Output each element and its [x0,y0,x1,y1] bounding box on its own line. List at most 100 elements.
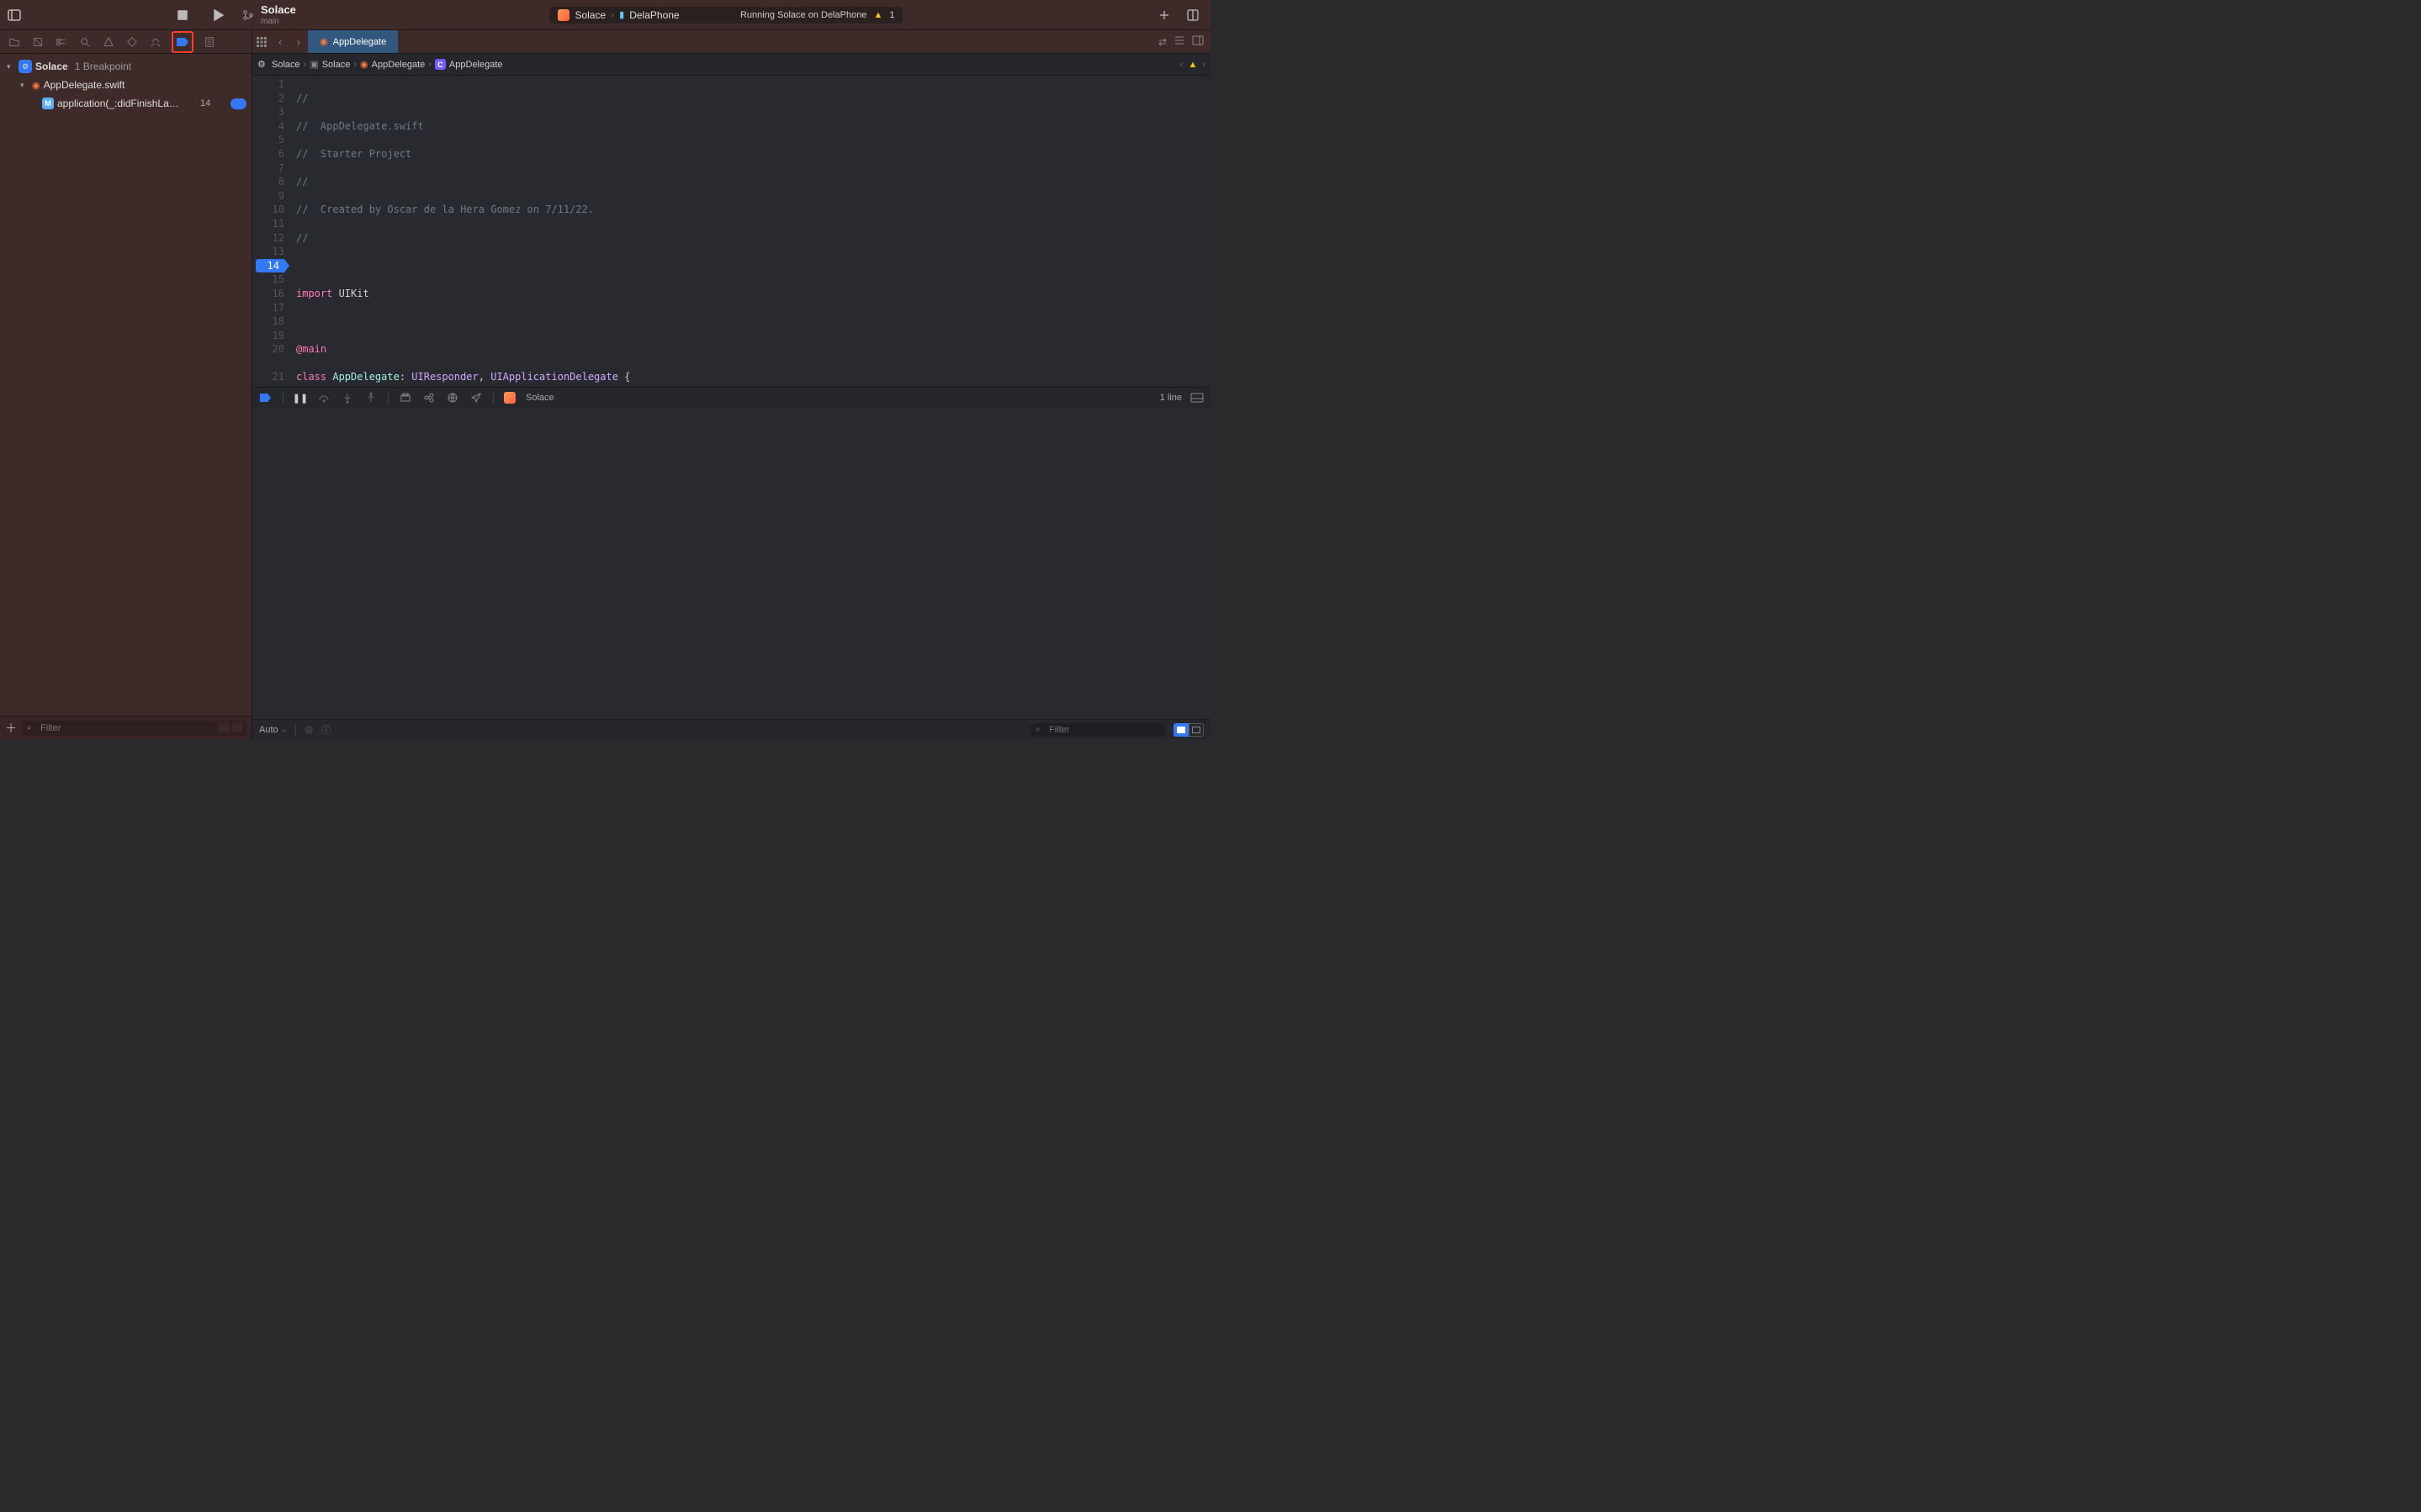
console-panel-toggle[interactable] [1189,723,1204,737]
sync-icon[interactable]: ⇄ [1158,36,1167,48]
disclosure-icon[interactable]: ▾ [20,81,29,90]
symbol-label: application(_:didFinishLau… [57,98,183,109]
app-icon [558,9,569,21]
breakpoint-navigator-icon[interactable] [175,34,190,50]
adjust-editor-icon[interactable] [1192,34,1204,49]
variables-panel-toggle[interactable] [1173,723,1189,737]
tree-project-row[interactable]: ▾ ⚙ Solace 1 Breakpoint [0,57,252,76]
branch-icon [242,9,254,21]
jump-symbol[interactable]: AppDelegate [449,60,503,70]
back-icon[interactable]: ‹ [271,30,289,53]
disclosure-icon[interactable]: ▾ [7,62,15,71]
search-icon: ⌕ [1036,725,1041,734]
jump-folder[interactable]: Solace [322,60,351,70]
class-icon: C [435,59,446,70]
debug-view-icon[interactable] [399,391,412,404]
breakpoint-count: 1 Breakpoint [75,61,131,72]
warning-count: 1 [889,10,894,20]
run-button[interactable] [210,8,225,23]
breakpoint-indicator[interactable] [230,98,246,109]
variables-scope-selector[interactable]: Auto ⌄ [259,725,287,735]
prev-issue-icon[interactable]: ‹ [1180,60,1184,70]
warning-icon[interactable]: ▲ [873,10,882,20]
breakpoints-toggle-icon[interactable] [259,391,273,404]
jump-project[interactable]: Solace [272,60,300,70]
sidebar-filter-bar: ＋ ⌕ [0,716,252,739]
line-count: 1 line [1160,393,1182,403]
memory-graph-icon[interactable] [422,391,436,404]
tree-symbol-row[interactable]: M application(_:didFinishLau… 14 [0,94,252,113]
project-icon: ⚙ [19,60,32,73]
location-icon[interactable] [469,391,483,404]
navigator-sidebar: ▾ ⚙ Solace 1 Breakpoint ▾ AppDelegate.sw… [0,54,252,739]
debug-bar: ❚❚ Solace 1 line [252,387,1210,409]
jump-bar[interactable]: ⚙Solace › ▣Solace › AppDelegate › CAppDe… [252,54,1210,76]
console-filter-input[interactable] [1030,723,1165,737]
forward-icon[interactable]: › [289,30,308,53]
breakpoint-tree: ▾ ⚙ Solace 1 Breakpoint ▾ AppDelegate.sw… [0,54,252,716]
source-editor[interactable]: 1234567891011121314151617181920212223242… [252,76,1210,387]
titlebar: Solace main Solace › ▮ DelaPhone Running… [0,0,1210,30]
line-gutter[interactable]: 1234567891011121314151617181920212223242… [252,76,289,387]
issue-navigator-icon[interactable] [101,34,116,50]
filter-seg-2[interactable] [231,722,243,732]
swift-file-icon [320,36,328,47]
stop-button[interactable] [175,8,190,23]
build-status: Running Solace on DelaPhone [740,10,866,20]
device-icon: ▮ [619,9,624,20]
debug-filter-bar: Auto ⌄ ◎ ⓘ ⌕ [252,719,1210,739]
source-control-navigator-icon[interactable] [30,34,45,50]
scheme-app: Solace [575,9,606,21]
step-over-icon[interactable] [317,391,331,404]
filter-seg-1[interactable] [218,722,230,732]
sidebar-filter-input[interactable] [22,721,246,736]
scheme-status-box[interactable]: Solace › ▮ DelaPhone Running Solace on D… [549,7,903,24]
add-breakpoint-icon[interactable]: ＋ [5,720,17,737]
editor-area: ⚙Solace › ▣Solace › AppDelegate › CAppDe… [252,54,1210,739]
step-into-icon[interactable] [341,391,354,404]
scheme-destination: DelaPhone [629,9,679,21]
swift-file-icon [360,59,368,70]
breakpoint-navigator-highlight [172,31,193,53]
find-navigator-icon[interactable] [77,34,93,50]
panel-toggle[interactable] [1173,723,1204,737]
debug-console-area[interactable] [252,409,1210,720]
breakpoint-marker[interactable]: 14 [256,259,284,273]
process-icon [504,392,516,404]
warning-icon[interactable]: ▲ [1188,60,1197,70]
scheme-project[interactable]: Solace main [242,3,296,26]
editor-options-icon[interactable] [1173,34,1185,49]
test-navigator-icon[interactable] [124,34,140,50]
related-items-icon[interactable] [252,30,271,53]
navigator-toolbar: ‹ › AppDelegate ⇄ [0,30,1210,54]
project-icon: ⚙ [257,59,268,70]
symbol-navigator-icon[interactable] [54,34,69,50]
step-out-icon[interactable] [364,391,378,404]
file-label: AppDelegate.swift [44,79,125,91]
editor-tab[interactable]: AppDelegate [308,30,398,53]
add-tab-icon[interactable] [1157,8,1172,23]
symbol-line-number: 14 [200,98,210,108]
project-name: Solace [261,3,296,16]
debug-navigator-icon[interactable] [148,34,163,50]
info-icon[interactable]: ⓘ [321,723,331,737]
report-navigator-icon[interactable] [202,34,217,50]
next-issue-icon[interactable]: › [1202,60,1205,70]
pause-icon[interactable]: ❚❚ [294,391,307,404]
branch-name: main [261,17,296,26]
tab-title: AppDelegate [333,37,387,47]
code-content[interactable]: // // AppDelegate.swift // Starter Proje… [289,76,1210,387]
tree-file-row[interactable]: ▾ AppDelegate.swift [0,76,252,94]
jump-file[interactable]: AppDelegate [372,60,426,70]
project-label: Solace [35,61,68,72]
process-name[interactable]: Solace [526,393,554,403]
swift-file-icon [32,79,40,91]
environment-icon[interactable] [446,391,459,404]
console-toggle-icon[interactable] [1190,391,1204,404]
library-icon[interactable] [1185,8,1200,23]
project-navigator-icon[interactable] [7,34,22,50]
folder-icon: ▣ [310,59,318,70]
quicklook-icon[interactable]: ◎ [305,724,313,735]
search-icon: ⌕ [27,723,32,732]
sidebar-toggle-icon[interactable] [7,8,22,23]
